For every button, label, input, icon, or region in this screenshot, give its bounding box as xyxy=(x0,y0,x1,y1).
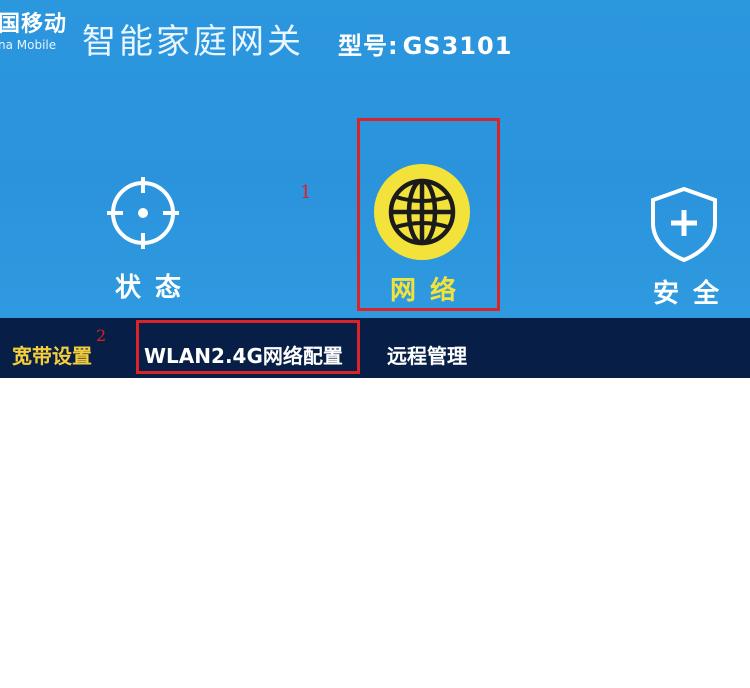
annotation-box-wlan xyxy=(136,320,360,374)
annotation-step-2: 2 xyxy=(96,326,107,345)
menu-item-security[interactable]: 安全 xyxy=(645,185,725,309)
model-label: 型号: xyxy=(338,32,399,60)
target-status-icon xyxy=(107,177,179,249)
model-value: GS3101 xyxy=(402,32,513,60)
menu-label-security: 安全 xyxy=(653,279,734,309)
tab-broadband-settings[interactable]: 宽带设置 xyxy=(12,340,92,369)
bottom-tab-bar: 宽带设置 WLAN2.4G网络配置 远程管理 头条 @老毛桃winpe xyxy=(0,318,750,687)
brand-logo-en: na Mobile xyxy=(0,38,57,52)
annotation-step-1: 1 xyxy=(300,182,312,203)
header: 国移动 na Mobile 智能家庭网关 型号: GS3101 xyxy=(0,0,750,85)
menu-label-status: 状态 xyxy=(115,273,196,303)
annotation-box-network xyxy=(357,118,500,311)
menu-item-status[interactable]: 状态 xyxy=(105,175,195,303)
watermark: 头条 @老毛桃winpe xyxy=(562,666,730,687)
brand-logo-cn: 国移动 xyxy=(0,12,68,37)
shield-plus-security-icon xyxy=(651,186,717,263)
product-title: 智能家庭网关 xyxy=(82,22,304,62)
model-info: 型号: GS3101 xyxy=(338,26,512,61)
router-home-screen: 国移动 na Mobile 智能家庭网关 型号: GS3101 状态 网络 安全… xyxy=(0,0,750,318)
tab-remote-management[interactable]: 远程管理 xyxy=(387,340,467,369)
